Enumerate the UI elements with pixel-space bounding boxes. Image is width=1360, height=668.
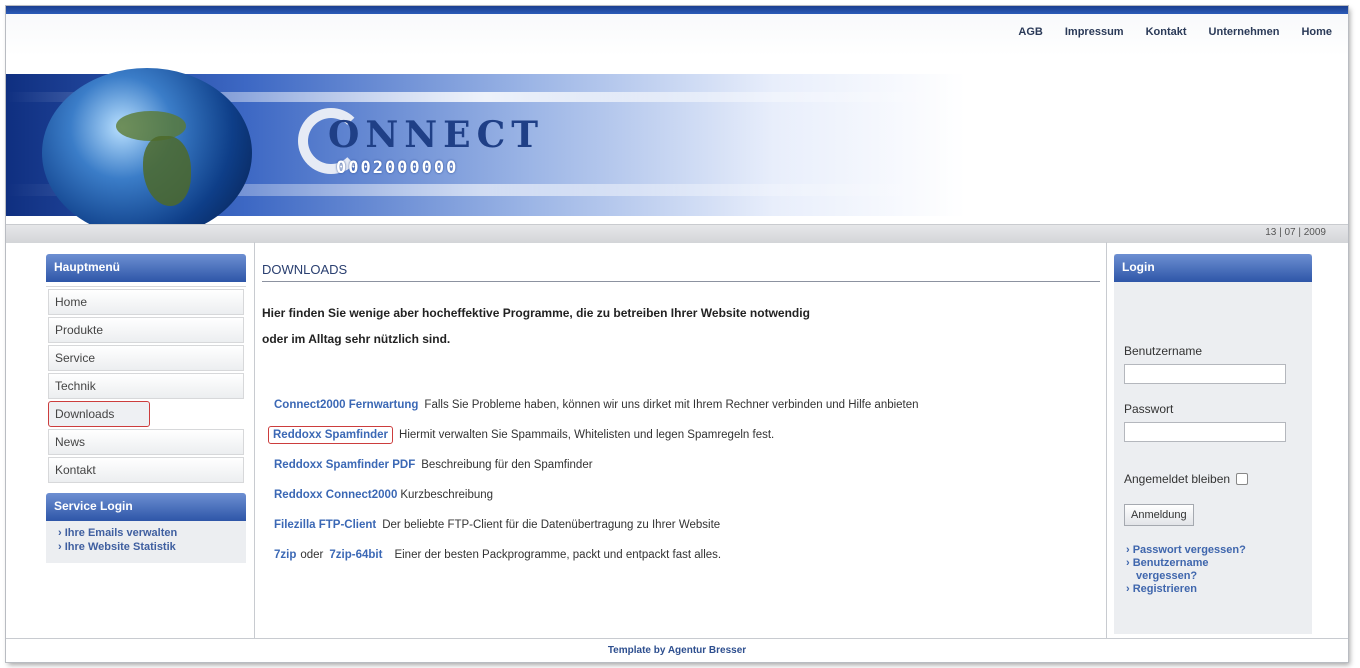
download-desc: Falls Sie Probleme haben, können wir uns…	[424, 399, 919, 411]
main-menu-title: Hauptmenü	[46, 254, 246, 282]
nav-unternehmen[interactable]: Unternehmen	[1209, 26, 1280, 38]
main-menu: Home Produkte Service Technik Downloads …	[46, 286, 246, 483]
download-link-reddoxx-connect[interactable]: Reddoxx Connect2000	[274, 489, 397, 501]
login-button[interactable]: Anmeldung	[1124, 504, 1194, 526]
forgot-username-link-2[interactable]: vergessen?	[1126, 570, 1312, 583]
intro-text: Hier finden Sie wenige aber hocheffektiv…	[262, 300, 1100, 352]
download-item: Reddoxx Connect2000 Kurzbeschreibung	[274, 480, 1100, 510]
left-sidebar: Hauptmenü Home Produkte Service Technik …	[46, 254, 246, 563]
main-content: DOWNLOADS Hier finden Sie wenige aber ho…	[262, 262, 1100, 570]
download-item: Filezilla FTP-Client Der beliebte FTP-Cl…	[274, 510, 1100, 540]
password-field[interactable]	[1124, 422, 1286, 442]
download-link-7zip[interactable]: 7zip	[274, 549, 296, 561]
date-bar: 13 | 07 | 2009	[6, 224, 1348, 243]
footer: Template by Agentur Bresser	[6, 638, 1348, 662]
register-link[interactable]: › Registrieren	[1126, 583, 1312, 596]
menu-item-home[interactable]: Home	[48, 289, 244, 315]
download-desc: Der beliebte FTP-Client für die Datenübe…	[382, 519, 721, 531]
login-links: › Passwort vergessen? › Benutzername ver…	[1126, 544, 1312, 596]
divider-left	[254, 242, 255, 638]
download-desc: Beschreibung für den Spamfinder	[421, 459, 593, 471]
download-link-spamfinder-pdf[interactable]: Reddoxx Spamfinder PDF	[274, 459, 415, 471]
current-date: 13 | 07 | 2009	[1265, 227, 1326, 238]
download-desc: Kurzbeschreibung	[400, 489, 494, 501]
remember-checkbox[interactable]	[1236, 473, 1249, 485]
nav-kontakt[interactable]: Kontakt	[1146, 26, 1187, 38]
logo-word: ONNECT	[328, 114, 545, 156]
service-login-title: Service Login	[46, 493, 246, 521]
top-navigation: AGB Impressum Kontakt Unternehmen Home	[996, 26, 1332, 38]
download-or-text: oder	[300, 549, 324, 561]
login-box: Login Benutzername Passwort Angemeldet b…	[1114, 254, 1312, 634]
logo-number: 0002000000	[336, 158, 459, 178]
username-field[interactable]	[1124, 364, 1286, 384]
download-item: Reddoxx Spamfinder Hiermit verwalten Sie…	[268, 420, 1100, 450]
menu-item-produkte[interactable]: Produkte	[48, 317, 244, 343]
divider-right	[1106, 242, 1107, 638]
intro-line-2: oder im Alltag sehr nützlich sind.	[262, 332, 451, 346]
username-label: Benutzername	[1124, 344, 1203, 358]
menu-item-technik[interactable]: Technik	[48, 373, 244, 399]
menu-item-downloads[interactable]: Downloads	[48, 401, 150, 427]
menu-item-kontakt[interactable]: Kontakt	[48, 457, 244, 483]
download-item: Reddoxx Spamfinder PDF Beschreibung für …	[274, 450, 1100, 480]
nav-home[interactable]: Home	[1301, 26, 1332, 38]
login-title: Login	[1114, 254, 1312, 282]
download-link-fernwartung[interactable]: Connect2000 Fernwartung	[274, 399, 418, 411]
intro-line-1: Hier finden Sie wenige aber hocheffektiv…	[262, 306, 810, 320]
download-desc: Einer der besten Packprogramme, packt un…	[394, 549, 722, 561]
globe-image	[42, 68, 252, 238]
download-link-spamfinder[interactable]: Reddoxx Spamfinder	[268, 426, 394, 444]
menu-item-news[interactable]: News	[48, 429, 244, 455]
nav-impressum[interactable]: Impressum	[1065, 26, 1124, 38]
download-item: Connect2000 Fernwartung Falls Sie Proble…	[274, 390, 1100, 420]
service-login-box: Service Login › Ihre Emails verwalten › …	[46, 493, 246, 563]
link-website-statistik[interactable]: › Ihre Website Statistik	[58, 541, 236, 555]
page-title: DOWNLOADS	[262, 262, 1100, 282]
forgot-password-link[interactable]: › Passwort vergessen?	[1126, 544, 1312, 557]
nav-agb[interactable]: AGB	[1018, 26, 1042, 38]
remember-label: Angemeldet bleiben	[1124, 472, 1231, 486]
link-emails-verwalten[interactable]: › Ihre Emails verwalten	[58, 527, 236, 541]
download-desc: Hiermit verwalten Sie Spammails, Whiteli…	[399, 429, 775, 441]
forgot-username-link[interactable]: › Benutzername	[1126, 557, 1312, 570]
service-login-links: › Ihre Emails verwalten › Ihre Website S…	[46, 521, 246, 563]
globe-land	[115, 110, 186, 141]
password-label: Passwort	[1124, 402, 1174, 416]
download-link-filezilla[interactable]: Filezilla FTP-Client	[274, 519, 376, 531]
footer-credit[interactable]: Template by Agentur Bresser	[608, 645, 746, 656]
download-link-7zip-64bit[interactable]: 7zip-64bit	[329, 549, 382, 561]
download-list: Connect2000 Fernwartung Falls Sie Proble…	[262, 390, 1100, 570]
globe-land-africa	[142, 136, 191, 206]
page-frame: ONNECT 0002000000 AGB Impressum Kontakt …	[6, 6, 1348, 662]
remember-me: Angemeldet bleiben	[1124, 472, 1312, 486]
top-border	[6, 6, 1348, 14]
download-item: 7zip oder 7zip-64bit Einer der besten Pa…	[274, 540, 1100, 570]
header-banner: ONNECT 0002000000	[6, 14, 1348, 238]
menu-item-service[interactable]: Service	[48, 345, 244, 371]
